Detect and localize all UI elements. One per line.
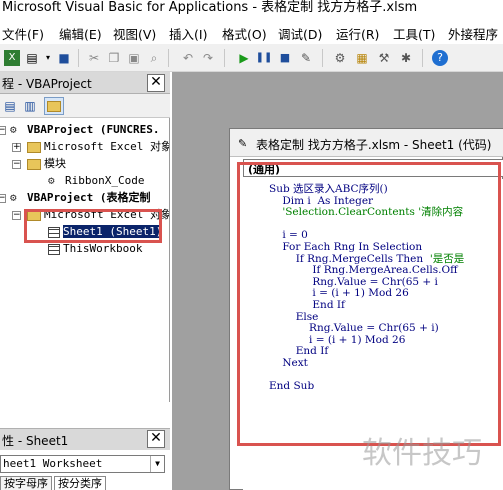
tree-item-label: Sheet1 (Sheet1)	[63, 225, 163, 238]
toolbar-separator	[422, 49, 423, 67]
menu-view[interactable]: 视图(V)	[113, 24, 156, 43]
collapse-icon[interactable]: −	[12, 211, 21, 220]
code-line[interactable]: End If	[269, 299, 345, 311]
folder-open-icon	[27, 158, 41, 170]
properties-pane-title: 性 - Sheet1	[2, 434, 69, 448]
tab-alphabetic[interactable]: 按字母序	[0, 476, 52, 490]
title-bar: Microsoft Visual Basic for Applications …	[0, 0, 503, 18]
menu-debug[interactable]: 调试(D)	[278, 24, 322, 43]
code-window-title: 表格定制 找方方格子.xlsm - Sheet1 (代码)	[256, 138, 492, 152]
code-line[interactable]: Sub 选区录入ABC序列()	[269, 183, 388, 195]
tree-item-label: 模块	[44, 157, 66, 170]
undo-icon[interactable]: ↶	[180, 50, 196, 66]
project-tree: − ⚙ VBAProject (FUNCRES. + Microsoft Exce…	[0, 118, 170, 402]
menu-run[interactable]: 运行(R)	[336, 24, 379, 43]
worksheet-icon	[48, 226, 60, 238]
code-line[interactable]: Rng.Value = Chr(65 + i)	[269, 322, 439, 334]
code-line[interactable]: Dim i As Integer	[269, 195, 373, 207]
code-line[interactable]: Else	[269, 311, 319, 323]
toolbar-separator	[224, 49, 225, 67]
project-explorer-icon[interactable]: ⚙	[332, 50, 348, 66]
properties-window-icon[interactable]: ▦	[354, 50, 370, 66]
menu-insert[interactable]: 插入(I)	[169, 24, 207, 43]
design-mode-icon[interactable]: ✎	[298, 50, 314, 66]
view-object-icon[interactable]: ▥	[22, 98, 38, 114]
folder-open-icon	[27, 209, 41, 221]
object-browser-icon[interactable]: ⚒	[376, 50, 392, 66]
menu-bar: 文件(F) 编辑(E) 视图(V) 插入(I) 格式(O) 调试(D) 运行(R…	[0, 18, 503, 44]
menu-edit[interactable]: 编辑(E)	[59, 24, 102, 43]
code-window-titlebar[interactable]: ✎ 表格定制 找方方格子.xlsm - Sheet1 (代码)	[230, 129, 503, 157]
toolbox-icon[interactable]: ✱	[398, 50, 414, 66]
code-line[interactable]: If Rng.MergeArea.Cells.Off	[269, 264, 457, 276]
properties-pane-close-button[interactable]: ✕	[147, 430, 165, 448]
tree-item-label: RibbonX_Code	[65, 174, 145, 187]
menu-tools[interactable]: 工具(T)	[393, 24, 435, 43]
menu-format[interactable]: 格式(O)	[222, 24, 267, 43]
object-combo-value: (通用)	[248, 163, 281, 176]
code-line[interactable]: i = 0	[269, 229, 308, 241]
menu-addins[interactable]: 外接程序	[448, 24, 498, 43]
watermark: 软件技巧	[362, 436, 482, 471]
reset-icon[interactable]: ■	[277, 50, 293, 66]
code-line[interactable]: For Each Rng In Selection	[269, 241, 422, 253]
toolbar-separator	[78, 49, 79, 67]
code-line[interactable]: If Rng.MergeCells Then '是否是	[269, 253, 465, 265]
code-window-icon: ✎	[238, 137, 248, 150]
insert-module-icon[interactable]: ▤	[24, 50, 40, 66]
tree-item-label: VBAProject (FUNCRES.	[27, 123, 160, 136]
code-line[interactable]: End If	[269, 345, 329, 357]
run-icon[interactable]: ▶	[236, 50, 252, 66]
vba-project-icon: ⚙	[10, 123, 17, 136]
expand-icon[interactable]: +	[12, 143, 21, 152]
code-line[interactable]: 'Selection.ClearContents '清除内容	[269, 206, 463, 218]
project-pane-toolbar: ▤ ▥	[0, 94, 170, 118]
chevron-down-icon[interactable]: ▼	[150, 456, 164, 472]
code-line[interactable]: End Sub	[269, 380, 314, 392]
copy-icon[interactable]: ❐	[106, 50, 122, 66]
toggle-folders-icon[interactable]	[44, 97, 64, 115]
window-title: Microsoft Visual Basic for Applications …	[2, 0, 418, 15]
object-combo[interactable]: (通用)	[243, 159, 503, 177]
tab-categorized[interactable]: 按分类序	[54, 476, 106, 490]
code-line[interactable]: i = (i + 1) Mod 26	[269, 334, 405, 346]
properties-tabs: 按字母序 按分类序	[0, 476, 170, 490]
vba-project-icon: ⚙	[10, 191, 17, 204]
module-icon: ⚙	[48, 174, 55, 187]
collapse-icon[interactable]: −	[0, 194, 6, 203]
code-line[interactable]: Rng.Value = Chr(65 + i	[269, 276, 438, 288]
project-pane-header: 程 - VBAProject	[0, 72, 170, 94]
standard-toolbar: X ▤ ▾ ■ ✂ ❐ ▣ ⌕ ↶ ↷ ▶ ❚❚ ■ ✎ ⚙ ▦ ⚒ ✱ ?	[0, 44, 503, 72]
dropdown-icon[interactable]: ▾	[40, 50, 56, 66]
object-select[interactable]: heet1 Worksheet ▼	[0, 455, 165, 473]
paste-icon[interactable]: ▣	[126, 50, 142, 66]
toolbar-separator	[168, 49, 169, 67]
redo-icon[interactable]: ↷	[200, 50, 216, 66]
find-icon[interactable]: ⌕	[146, 50, 162, 66]
collapse-icon[interactable]: −	[0, 126, 6, 135]
break-icon[interactable]: ❚❚	[256, 50, 273, 66]
tree-item-label: VBAProject (表格定制	[27, 191, 151, 204]
code-line[interactable]: Next	[269, 357, 308, 369]
toolbar-separator	[322, 49, 323, 67]
tree-item-label: ThisWorkbook	[63, 242, 143, 255]
help-icon[interactable]: ?	[432, 50, 448, 66]
project-pane-close-button[interactable]: ✕	[147, 74, 165, 92]
tree-item-label: Microsoft Excel 对象	[44, 140, 170, 153]
excel-icon[interactable]: X	[4, 50, 20, 66]
workbook-icon	[48, 243, 60, 255]
folder-icon	[27, 141, 41, 153]
cut-icon[interactable]: ✂	[86, 50, 102, 66]
properties-pane-header: 性 - Sheet1	[0, 428, 170, 450]
save-icon[interactable]: ■	[56, 50, 72, 66]
collapse-icon[interactable]: −	[12, 160, 21, 169]
project-pane-title: 程 - VBAProject	[2, 77, 92, 91]
view-code-icon[interactable]: ▤	[2, 98, 18, 114]
code-line[interactable]: i = (i + 1) Mod 26	[269, 287, 408, 299]
tree-item-label: Microsoft Excel 对象	[44, 208, 170, 221]
menu-file[interactable]: 文件(F)	[2, 24, 44, 43]
object-select-value: heet1 Worksheet	[3, 457, 103, 470]
